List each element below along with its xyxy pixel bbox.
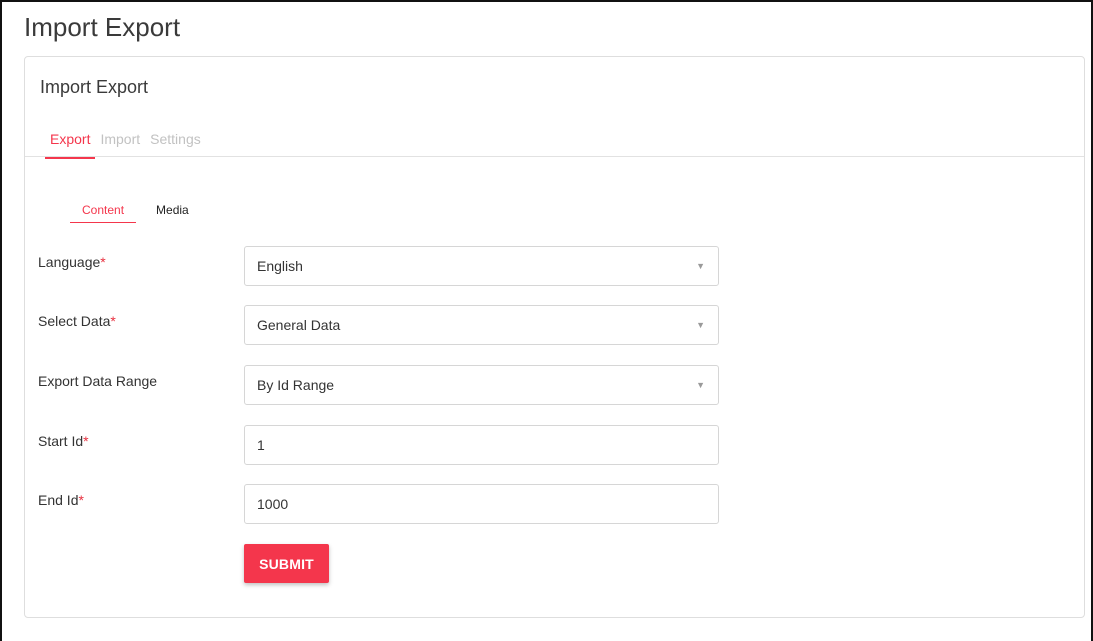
- language-label-text: Language: [38, 254, 101, 270]
- export-range-label: Export Data Range: [38, 373, 158, 389]
- tab-divider: [25, 156, 1084, 157]
- language-select-value: English: [257, 258, 303, 274]
- tab-settings[interactable]: Settings: [145, 127, 206, 157]
- start-id-field[interactable]: [244, 425, 719, 465]
- export-range-row: Export Data Range By Id Range ▼: [38, 365, 738, 407]
- end-id-label: End Id*: [38, 492, 84, 508]
- tab-export[interactable]: Export: [45, 127, 96, 159]
- select-data-label: Select Data*: [38, 313, 116, 329]
- caret-down-icon: ▼: [696, 320, 705, 330]
- required-marker: *: [83, 433, 89, 449]
- caret-down-icon: ▼: [696, 261, 705, 271]
- required-marker: *: [78, 492, 84, 508]
- caret-down-icon: ▼: [696, 380, 705, 390]
- sub-tabs: Content Media: [70, 202, 209, 223]
- end-id-label-text: End Id: [38, 492, 79, 508]
- end-id-field[interactable]: [244, 484, 719, 524]
- sub-tab-media[interactable]: Media: [144, 202, 201, 222]
- import-export-card: Import Export Export Import Settings Con…: [24, 56, 1085, 618]
- select-data-row: Select Data* General Data ▼: [38, 305, 738, 347]
- card-title: Import Export: [40, 77, 149, 97]
- main-tabs: Export Import Settings: [45, 127, 206, 159]
- end-id-input[interactable]: [257, 486, 706, 522]
- submit-button[interactable]: SUBMIT: [244, 544, 329, 583]
- required-marker: *: [100, 254, 106, 270]
- language-select[interactable]: English ▼: [244, 246, 719, 286]
- sub-tab-content[interactable]: Content: [70, 202, 137, 223]
- tab-import[interactable]: Import: [95, 127, 145, 157]
- select-data-select[interactable]: General Data ▼: [244, 305, 719, 345]
- language-label: Language*: [38, 254, 106, 270]
- page-title: Import Export: [24, 12, 181, 42]
- select-data-value: General Data: [257, 317, 341, 333]
- start-id-label-text: Start Id: [38, 433, 84, 449]
- required-marker: *: [110, 313, 116, 329]
- select-data-label-text: Select Data: [38, 313, 111, 329]
- start-id-input[interactable]: [257, 427, 706, 463]
- start-id-row: Start Id*: [38, 425, 738, 467]
- start-id-label: Start Id*: [38, 433, 89, 449]
- end-id-row: End Id*: [38, 484, 738, 526]
- export-range-value: By Id Range: [257, 377, 335, 393]
- language-row: Language* English ▼: [38, 246, 738, 288]
- export-range-select[interactable]: By Id Range ▼: [244, 365, 719, 405]
